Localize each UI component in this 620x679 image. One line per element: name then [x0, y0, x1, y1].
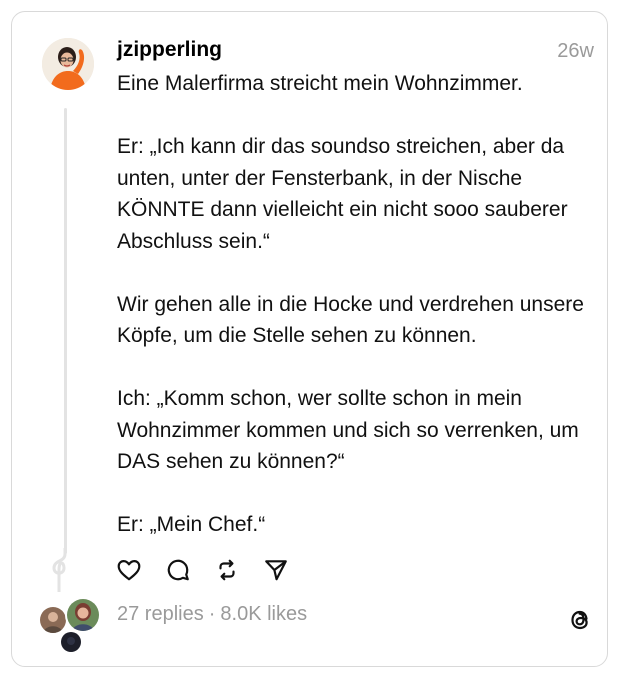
heart-icon [117, 560, 141, 581]
threads-logo-icon[interactable] [566, 606, 594, 634]
post-timestamp[interactable]: 26w [557, 40, 594, 63]
post-text: Eine Malerfirma streicht mein Wohnzimmer… [117, 72, 584, 536]
reply-avatars[interactable] [38, 597, 101, 654]
reply-avatar [65, 597, 101, 633]
likes-count[interactable]: 8.0K likes [220, 603, 307, 625]
share-button[interactable] [262, 556, 290, 584]
post-stats: 27 replies · 8.0K likes [117, 603, 307, 626]
reply-avatar [38, 605, 68, 635]
author-avatar[interactable] [42, 38, 94, 90]
author-username[interactable]: jzipperling [117, 38, 222, 62]
comment-icon [167, 559, 189, 581]
thread-line [64, 108, 67, 554]
reply-button[interactable] [164, 556, 192, 584]
reply-avatar [59, 630, 83, 654]
thread-loop-icon [52, 548, 67, 592]
repost-button[interactable] [213, 556, 241, 584]
send-icon [265, 560, 287, 581]
avatar-image [42, 38, 94, 90]
like-button[interactable] [115, 556, 143, 584]
repost-icon [219, 559, 235, 581]
replies-count[interactable]: 27 replies [117, 603, 204, 625]
stats-separator: · [208, 603, 216, 625]
